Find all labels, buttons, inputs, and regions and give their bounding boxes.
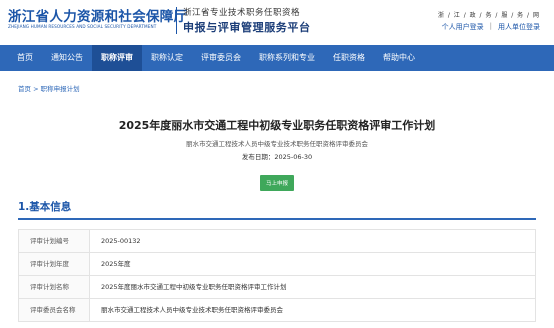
table-row: 评审委员会名称 丽水市交通工程技术人员中级专业技术职务任职资格评审委员会 [18, 299, 536, 322]
apply-now-button[interactable]: 马上申报 [259, 175, 294, 191]
site-header: 浙江省人力资源和社会保障厅 ZHEJIANG HUMAN RESOURCES A… [0, 0, 554, 42]
publish-date: 发布日期：2025-06-30 [241, 153, 313, 161]
nav-series-majors[interactable]: 职称系列和专业 [250, 45, 324, 71]
zhejiang-portal-link[interactable]: 浙 / 江 / 政 / 务 / 服 / 务 / 网 [438, 10, 540, 19]
org-logo-english: ZHEJIANG HUMAN RESOURCES AND SOCIAL SECU… [8, 24, 157, 29]
nav-announcements[interactable]: 通知公告 [42, 45, 92, 71]
nav-qualifications[interactable]: 任职资格 [324, 45, 374, 71]
org-logo-name[interactable]: 浙江省人力资源和社会保障厅 [8, 5, 187, 25]
table-row: 评审计划名称 2025年度丽水市交通工程中初级专业职务任职资格评审工作计划 [18, 276, 536, 299]
row-label: 评审委员会名称 [19, 299, 90, 321]
row-value: 2025年度 [101, 260, 131, 268]
login-links: 个人用户登录 | 用人单位登录 [442, 22, 540, 32]
page-title: 2025年度丽水市交通工程中初级专业职务任职资格评审工作计划 [118, 119, 436, 132]
row-value: 2025年度丽水市交通工程中初级专业职务任职资格评审工作计划 [101, 283, 287, 291]
publisher: 丽水市交通工程技术人员中级专业技术职务任职资格评审委员会 [186, 140, 368, 148]
nav-home[interactable]: 首页 [8, 45, 42, 71]
row-label: 评审计划编号 [19, 230, 90, 252]
login-separator: | [489, 22, 492, 30]
table-row: 评审计划年度 2025年度 [18, 253, 536, 276]
nav-title-recognition[interactable]: 职称认定 [142, 45, 192, 71]
row-label: 评审计划名称 [19, 276, 90, 298]
basic-info-table: 评审计划编号 2025-00132 评审计划年度 2025年度 评审计划名称 2… [18, 229, 536, 322]
apply-wrapper: 马上申报 [0, 170, 554, 191]
personal-login-link[interactable]: 个人用户登录 [442, 22, 484, 32]
row-value: 2025-00132 [101, 237, 141, 245]
org-login-link[interactable]: 用人单位登录 [498, 22, 540, 32]
section-underline [18, 218, 536, 220]
table-row: 评审计划编号 2025-00132 [18, 230, 536, 253]
nav-help-center[interactable]: 帮助中心 [374, 45, 424, 71]
nav-title-review[interactable]: 职称评审 [92, 45, 142, 71]
header-divider [176, 7, 177, 34]
breadcrumb[interactable]: 首页 > 职称申报计划 [18, 83, 80, 93]
main-nav: 首页 通知公告 职称评审 职称认定 评审委员会 职称系列和专业 任职资格 帮助中… [0, 45, 554, 71]
system-title-line2: 申报与评审管理服务平台 [183, 21, 311, 34]
row-value: 丽水市交通工程技术人员中级专业技术职务任职资格评审委员会 [101, 306, 283, 314]
system-title-line1: 浙江省专业技术职务任职资格 [183, 8, 301, 18]
row-label: 评审计划年度 [19, 253, 90, 275]
section-title-basic-info: 1.基本信息 [18, 201, 72, 213]
nav-review-committee[interactable]: 评审委员会 [192, 45, 250, 71]
